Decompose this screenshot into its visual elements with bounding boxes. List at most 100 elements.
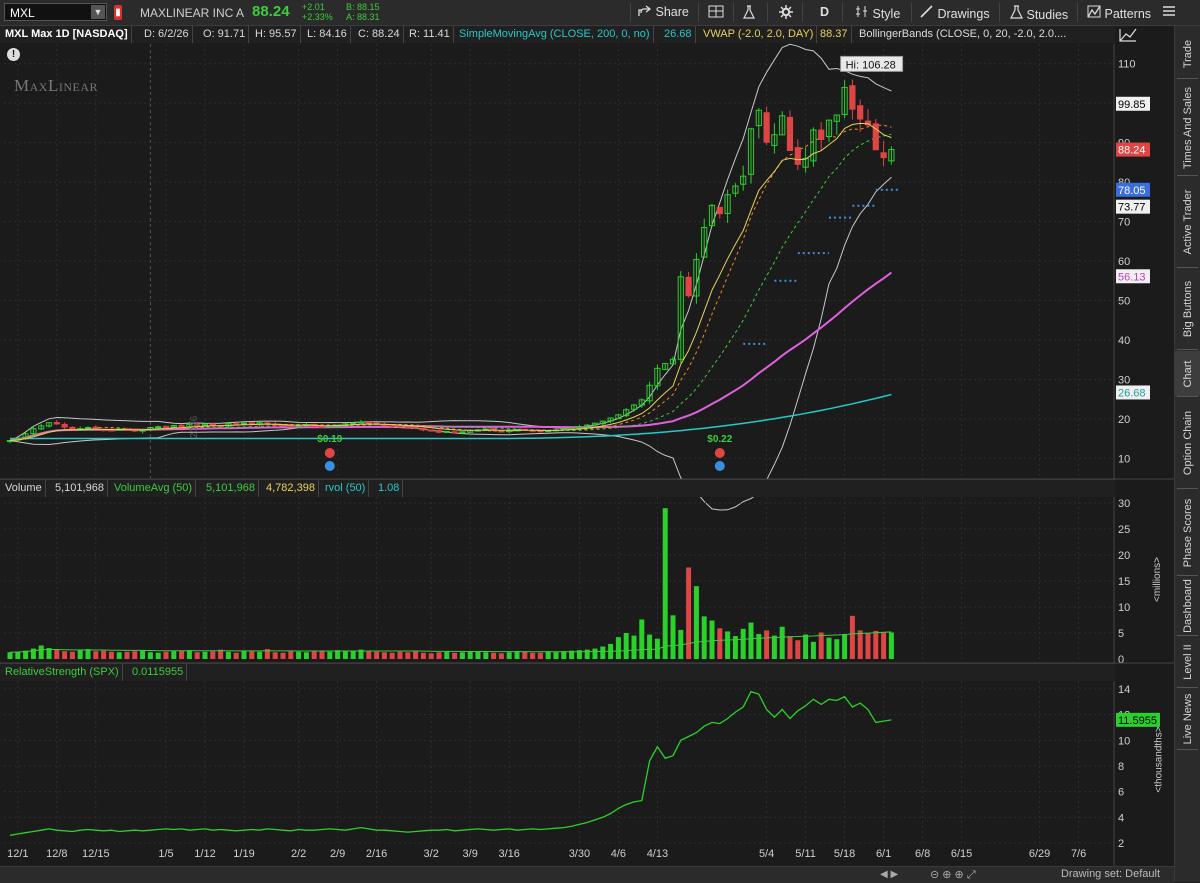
x-tick-label: 6/1: [876, 848, 891, 860]
volume-bar: [615, 637, 621, 659]
volume-bar: [280, 652, 286, 659]
candle-body: [162, 425, 170, 428]
drawing-set-label[interactable]: Drawing set: Default: [1061, 868, 1160, 880]
volume-unit-label: <millions>: [1152, 556, 1164, 603]
candle-body: [357, 421, 365, 424]
volume-bar: [459, 652, 465, 659]
volume-bar: [389, 652, 395, 659]
company-logo: MaxLinear: [14, 76, 98, 96]
earnings-marker-icon: [324, 461, 335, 471]
nav-separator: [1177, 488, 1198, 489]
volume-bar: [155, 652, 161, 659]
rs-badge-label: 11.5955: [1118, 715, 1157, 727]
volume-bar: [849, 615, 855, 659]
x-tick-label: 5/18: [834, 848, 855, 860]
nav-tab-label: Trade: [1181, 39, 1194, 69]
rs-grid: [0, 662, 1175, 847]
volume-bar: [397, 651, 403, 659]
nav-tab-phase-scores[interactable]: Phase Scores: [1175, 490, 1200, 575]
high-callout-text: Hi: 106.28: [846, 59, 896, 71]
volume-bar: [350, 651, 356, 659]
x-tick-label: 4/6: [611, 848, 626, 860]
nav-tab-live-news[interactable]: Live News: [1175, 689, 1200, 749]
volume-bar: [873, 630, 879, 659]
volume-bar: [101, 650, 107, 659]
dividend-label: $0.22: [707, 434, 732, 445]
volume-bar: [522, 651, 528, 659]
candle-body: [498, 430, 505, 433]
info-circle-icon[interactable]: !: [7, 48, 20, 61]
volume-bar: [225, 651, 231, 659]
candle-body: [84, 426, 92, 429]
volume-bar: [413, 651, 419, 659]
candle-body: [61, 423, 68, 428]
nav-tab-trade[interactable]: Trade: [1175, 30, 1200, 78]
year-watermark: 2026: [189, 416, 200, 438]
nav-tab-dashboard[interactable]: Dashboard: [1175, 577, 1200, 635]
candle-body: [685, 276, 692, 297]
volume-bar: [420, 652, 426, 659]
nav-tab-active-trader[interactable]: Active Trader: [1175, 177, 1200, 267]
right-side-nav: Trade Times And Sales Active Trader Big But…: [1174, 26, 1200, 882]
scroll-left-icon[interactable]: ◀ ▶: [880, 869, 898, 880]
candle-body: [209, 423, 216, 426]
nav-tab-chart[interactable]: Chart: [1175, 351, 1200, 396]
nav-separator: [1177, 749, 1198, 750]
nav-tab-label: Times And Sales: [1181, 86, 1194, 169]
price-badge-label: 99.85: [1118, 99, 1146, 111]
volume-avg-value2: 4,782,398: [263, 480, 319, 497]
volume-bar: [249, 651, 255, 659]
nav-tab-big-buttons[interactable]: Big Buttons: [1175, 269, 1200, 349]
zoom-icons[interactable]: ⊝ ⊕ ⊕ ⤢: [930, 868, 976, 882]
candle-body: [389, 425, 396, 428]
volume-bar: [787, 636, 793, 659]
nav-tab-times-and-sales[interactable]: Times And Sales: [1175, 80, 1200, 175]
candle-body: [381, 424, 388, 427]
volume-bar: [475, 651, 481, 659]
volume-bar: [186, 650, 192, 659]
volume-bar: [194, 652, 200, 659]
rs-label: RelativeStrength (SPX): [2, 664, 123, 681]
candle-body: [849, 85, 856, 110]
price-tick-label: 20: [1118, 414, 1130, 426]
volume-tick-label: 10: [1118, 602, 1130, 614]
nav-tab-label: Phase Scores: [1181, 498, 1194, 567]
volume-bar: [483, 652, 489, 659]
volume-bar: [7, 652, 13, 659]
x-tick-label: 6/29: [1029, 848, 1050, 860]
volume-bar: [623, 633, 629, 659]
x-tick-label: 2/2: [291, 848, 306, 860]
x-tick-label: 1/19: [233, 848, 254, 860]
volume-bar: [132, 651, 138, 659]
price-tick-label: 60: [1118, 256, 1130, 268]
volume-avg-label: VolumeAvg (50): [111, 480, 197, 497]
volume-bar: [147, 652, 153, 659]
volume-bar: [818, 632, 824, 659]
x-tick-label: 3/30: [569, 848, 590, 860]
rs-tick-label: 8: [1118, 761, 1124, 773]
nav-tab-option-chain[interactable]: Option Chain: [1175, 398, 1200, 488]
dividend-marker-icon: [714, 448, 725, 458]
bottom-bar: ◀ ▶ ⊝ ⊕ ⊕ ⤢ Drawing set: Default: [0, 866, 1174, 883]
volume-bar: [842, 634, 848, 659]
volume-bar: [124, 651, 130, 659]
volume-bar: [857, 630, 863, 659]
candle-body: [365, 421, 372, 424]
candle-body: [53, 422, 60, 425]
x-tick-label: 5/4: [759, 848, 774, 860]
chart-canvas[interactable]: Hi: 106.28$0.19$0.22 1020304050607080901…: [0, 0, 1175, 866]
volume-bar: [530, 652, 536, 659]
rvol-value: 1.08: [375, 480, 404, 497]
candle-body: [451, 431, 458, 434]
nav-separator: [1177, 175, 1198, 176]
volume-bar: [865, 633, 871, 659]
x-tick-label: 12/1: [7, 848, 28, 860]
x-tick-label: 6/15: [951, 848, 972, 860]
candle-body: [412, 426, 419, 429]
candle-body: [295, 425, 302, 428]
volume-avg-value: 5,101,968: [203, 480, 259, 497]
volume-value: 5,101,968: [52, 480, 108, 497]
volume-bar: [740, 628, 746, 659]
volume-bar: [405, 652, 411, 659]
nav-tab-level-ii[interactable]: Level II: [1175, 637, 1200, 687]
